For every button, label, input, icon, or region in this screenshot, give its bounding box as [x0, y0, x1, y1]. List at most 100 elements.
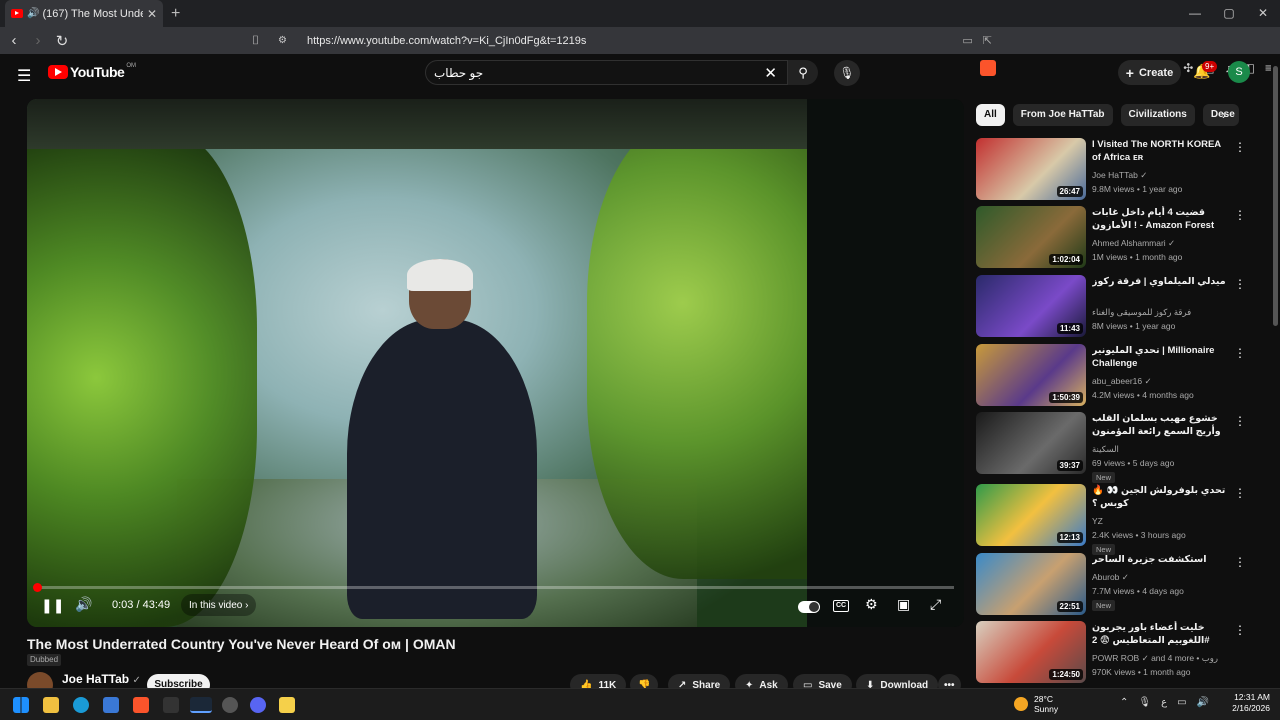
- file-explorer-icon[interactable]: [43, 697, 59, 713]
- tray-overflow-icon[interactable]: ⌃: [1120, 697, 1128, 708]
- chip-civilizations[interactable]: Civilizations: [1120, 104, 1195, 126]
- video-thumbnail[interactable]: 12:13: [976, 484, 1086, 546]
- kebab-menu-icon[interactable]: ⋮: [1234, 140, 1246, 154]
- account-avatar[interactable]: S: [1228, 61, 1250, 83]
- edge-icon[interactable]: [73, 697, 89, 713]
- related-video-item[interactable]: 26:47 I Visited The NORTH KOREA of Africa…: [976, 138, 1252, 200]
- puzzle-icon[interactable]: ✣: [1183, 61, 1193, 75]
- video-thumbnail[interactable]: 1:50:39: [976, 344, 1086, 406]
- related-video-title[interactable]: خليت أعضاء باور يجربون اللغوبيم المتعاطي…: [1092, 621, 1232, 647]
- brave-browser-icon[interactable]: [133, 697, 149, 713]
- related-video-title[interactable]: ميدلي الميلماوي | فرقة ركوز: [1092, 275, 1232, 288]
- minimize-button[interactable]: —: [1178, 0, 1212, 27]
- create-button[interactable]: + Create: [1118, 60, 1181, 85]
- forward-button[interactable]: ›: [28, 32, 48, 49]
- kebab-menu-icon[interactable]: ⋮: [1234, 555, 1246, 569]
- hamburger-menu-icon[interactable]: ☰: [17, 66, 31, 86]
- window-close-button[interactable]: ✕: [1246, 0, 1280, 27]
- video-thumbnail[interactable]: 26:47: [976, 138, 1086, 200]
- related-channel-name[interactable]: السكينة: [1092, 444, 1119, 455]
- related-video-item[interactable]: 1:50:39 تحدي المليونير | Millionaire Chal…: [976, 344, 1252, 406]
- notes-icon[interactable]: [279, 697, 295, 713]
- bookmark-icon[interactable]: ⌷: [252, 33, 268, 48]
- related-video-title[interactable]: خشوع مهيب بسلمان القلب وأريج السمع رائعة…: [1092, 412, 1232, 438]
- browser-tab[interactable]: 🔊 (167) The Most Underrated C ✕: [5, 0, 163, 27]
- related-video-item[interactable]: 11:43 ميدلي الميلماوي | فرقة ركوز فرقة ركو…: [976, 275, 1252, 337]
- related-video-item[interactable]: 22:51 استكشفت جزيرة الساحر Aburob ✓ 7.7M vi…: [976, 553, 1252, 615]
- cast-icon[interactable]: ▭: [962, 34, 972, 47]
- url-text[interactable]: https://www.youtube.com/watch?v=Ki_CjIn0…: [307, 35, 586, 47]
- steam-icon[interactable]: [190, 697, 212, 713]
- chip-from-channel[interactable]: From Joe HaTTab: [1012, 104, 1113, 126]
- miniplayer-icon[interactable]: ▣: [897, 596, 910, 613]
- kebab-menu-icon[interactable]: ⋮: [1234, 486, 1246, 500]
- related-video-title[interactable]: I Visited The NORTH KOREA of Africa ᴇʀ: [1092, 138, 1232, 164]
- share-page-icon[interactable]: ⇱: [983, 34, 992, 47]
- kebab-menu-icon[interactable]: ⋮: [1234, 346, 1246, 360]
- video-thumbnail[interactable]: 39:37: [976, 412, 1086, 474]
- kebab-menu-icon[interactable]: ⋮: [1234, 414, 1246, 428]
- chips-next-icon[interactable]: ›: [1222, 108, 1226, 122]
- site-info-icon[interactable]: ⚙: [278, 35, 287, 46]
- related-video-title[interactable]: 🔥 👀 تحدي بلوفرولش الجين كوبس ؟: [1092, 484, 1232, 510]
- omnibox[interactable]: ⌷ ⚙ https://www.youtube.com/watch?v=Ki_C…: [252, 30, 1002, 51]
- search-input[interactable]: جو حطاب ✕: [425, 60, 788, 85]
- video-thumbnail[interactable]: 11:43: [976, 275, 1086, 337]
- weather-widget[interactable]: 28°C Sunny: [1014, 694, 1058, 714]
- store-icon[interactable]: [103, 697, 119, 713]
- video-thumbnail[interactable]: 22:51: [976, 553, 1086, 615]
- page-scrollbar[interactable]: [1271, 54, 1280, 688]
- video-player[interactable]: ❚❚ 🔊 0:03 / 43:49 In this video › CC ⚙ ▣…: [27, 99, 964, 627]
- related-channel-name[interactable]: Aburob ✓: [1092, 572, 1129, 583]
- related-channel-name[interactable]: abu_abeer16 ✓: [1092, 376, 1152, 387]
- speaker-icon[interactable]: 🔊: [27, 8, 39, 19]
- related-video-item[interactable]: 1:02:04 قضيت 4 أيام داخل غابات الأمازون !…: [976, 206, 1252, 268]
- related-channel-name[interactable]: Ahmed Alshammari ✓: [1092, 238, 1175, 249]
- kebab-menu-icon[interactable]: ⋮: [1234, 623, 1246, 637]
- maximize-button[interactable]: ▢: [1212, 0, 1246, 27]
- app-icon[interactable]: [222, 697, 238, 713]
- voice-search-button[interactable]: 🎙: [834, 60, 860, 86]
- related-video-item[interactable]: 1:24:50 خليت أعضاء باور يجربون اللغوبيم ا…: [976, 621, 1252, 683]
- video-thumbnail[interactable]: 1:24:50: [976, 621, 1086, 683]
- settings-gear-icon[interactable]: ⚙: [865, 596, 878, 613]
- related-channel-name[interactable]: Joe HaTTab ✓: [1092, 170, 1147, 181]
- related-video-title[interactable]: استكشفت جزيرة الساحر: [1092, 553, 1232, 566]
- kebab-menu-icon[interactable]: ⋮: [1234, 277, 1246, 291]
- captions-button[interactable]: CC: [833, 600, 849, 612]
- volume-icon[interactable]: 🔊: [75, 596, 92, 613]
- clear-search-icon[interactable]: ✕: [764, 64, 777, 82]
- fullscreen-icon[interactable]: ⤢: [930, 596, 941, 613]
- chip-deserts[interactable]: Dese: [1202, 104, 1239, 126]
- video-thumbnail[interactable]: 1:02:04: [976, 206, 1086, 268]
- epic-games-icon[interactable]: [163, 697, 179, 713]
- new-tab-button[interactable]: +: [171, 5, 180, 23]
- related-channel-name[interactable]: POWR ROB ✓ and 4 more • روب: [1092, 653, 1218, 664]
- scrubber-handle[interactable]: [33, 583, 42, 592]
- related-channel-name[interactable]: فرقة ركوز للموسيقى والغناء: [1092, 307, 1191, 318]
- search-button[interactable]: ⚲: [788, 60, 818, 85]
- windows-start-icon[interactable]: [13, 697, 29, 713]
- progress-bar[interactable]: [37, 586, 954, 589]
- network-icon[interactable]: ▭: [1177, 697, 1186, 708]
- pause-button[interactable]: ❚❚: [41, 597, 64, 614]
- kebab-menu-icon[interactable]: ⋮: [1234, 208, 1246, 222]
- volume-tray-icon[interactable]: 🔊: [1197, 697, 1209, 708]
- brave-shields-icon[interactable]: [980, 60, 996, 76]
- taskbar-clock[interactable]: 12:31 AM 2/16/2026: [1228, 692, 1270, 714]
- youtube-logo[interactable]: YouTube OM: [48, 63, 136, 80]
- discord-icon[interactable]: [250, 697, 266, 713]
- mic-tray-icon[interactable]: 🎙: [1138, 697, 1151, 708]
- reload-icon[interactable]: ↻: [52, 32, 72, 50]
- related-channel-name[interactable]: YZ: [1092, 516, 1103, 526]
- tab-close-icon[interactable]: ✕: [147, 7, 157, 21]
- related-video-title[interactable]: تحدي المليونير | Millionaire Challenge: [1092, 344, 1232, 370]
- back-button[interactable]: ‹: [4, 32, 24, 49]
- related-video-title[interactable]: قضيت 4 أيام داخل غابات الأمازون ! - Amaz…: [1092, 206, 1232, 232]
- related-video-item[interactable]: 39:37 خشوع مهيب بسلمان القلب وأريج السمع …: [976, 412, 1252, 483]
- language-indicator[interactable]: ع: [1161, 697, 1167, 708]
- autoplay-toggle[interactable]: [798, 601, 820, 613]
- channel-name[interactable]: Joe HaTTab ✓: [62, 672, 141, 686]
- chip-all[interactable]: All: [976, 104, 1005, 126]
- related-video-item[interactable]: 12:13 🔥 👀 تحدي بلوفرولش الجين كوبس ؟ YZ 2.4…: [976, 484, 1252, 555]
